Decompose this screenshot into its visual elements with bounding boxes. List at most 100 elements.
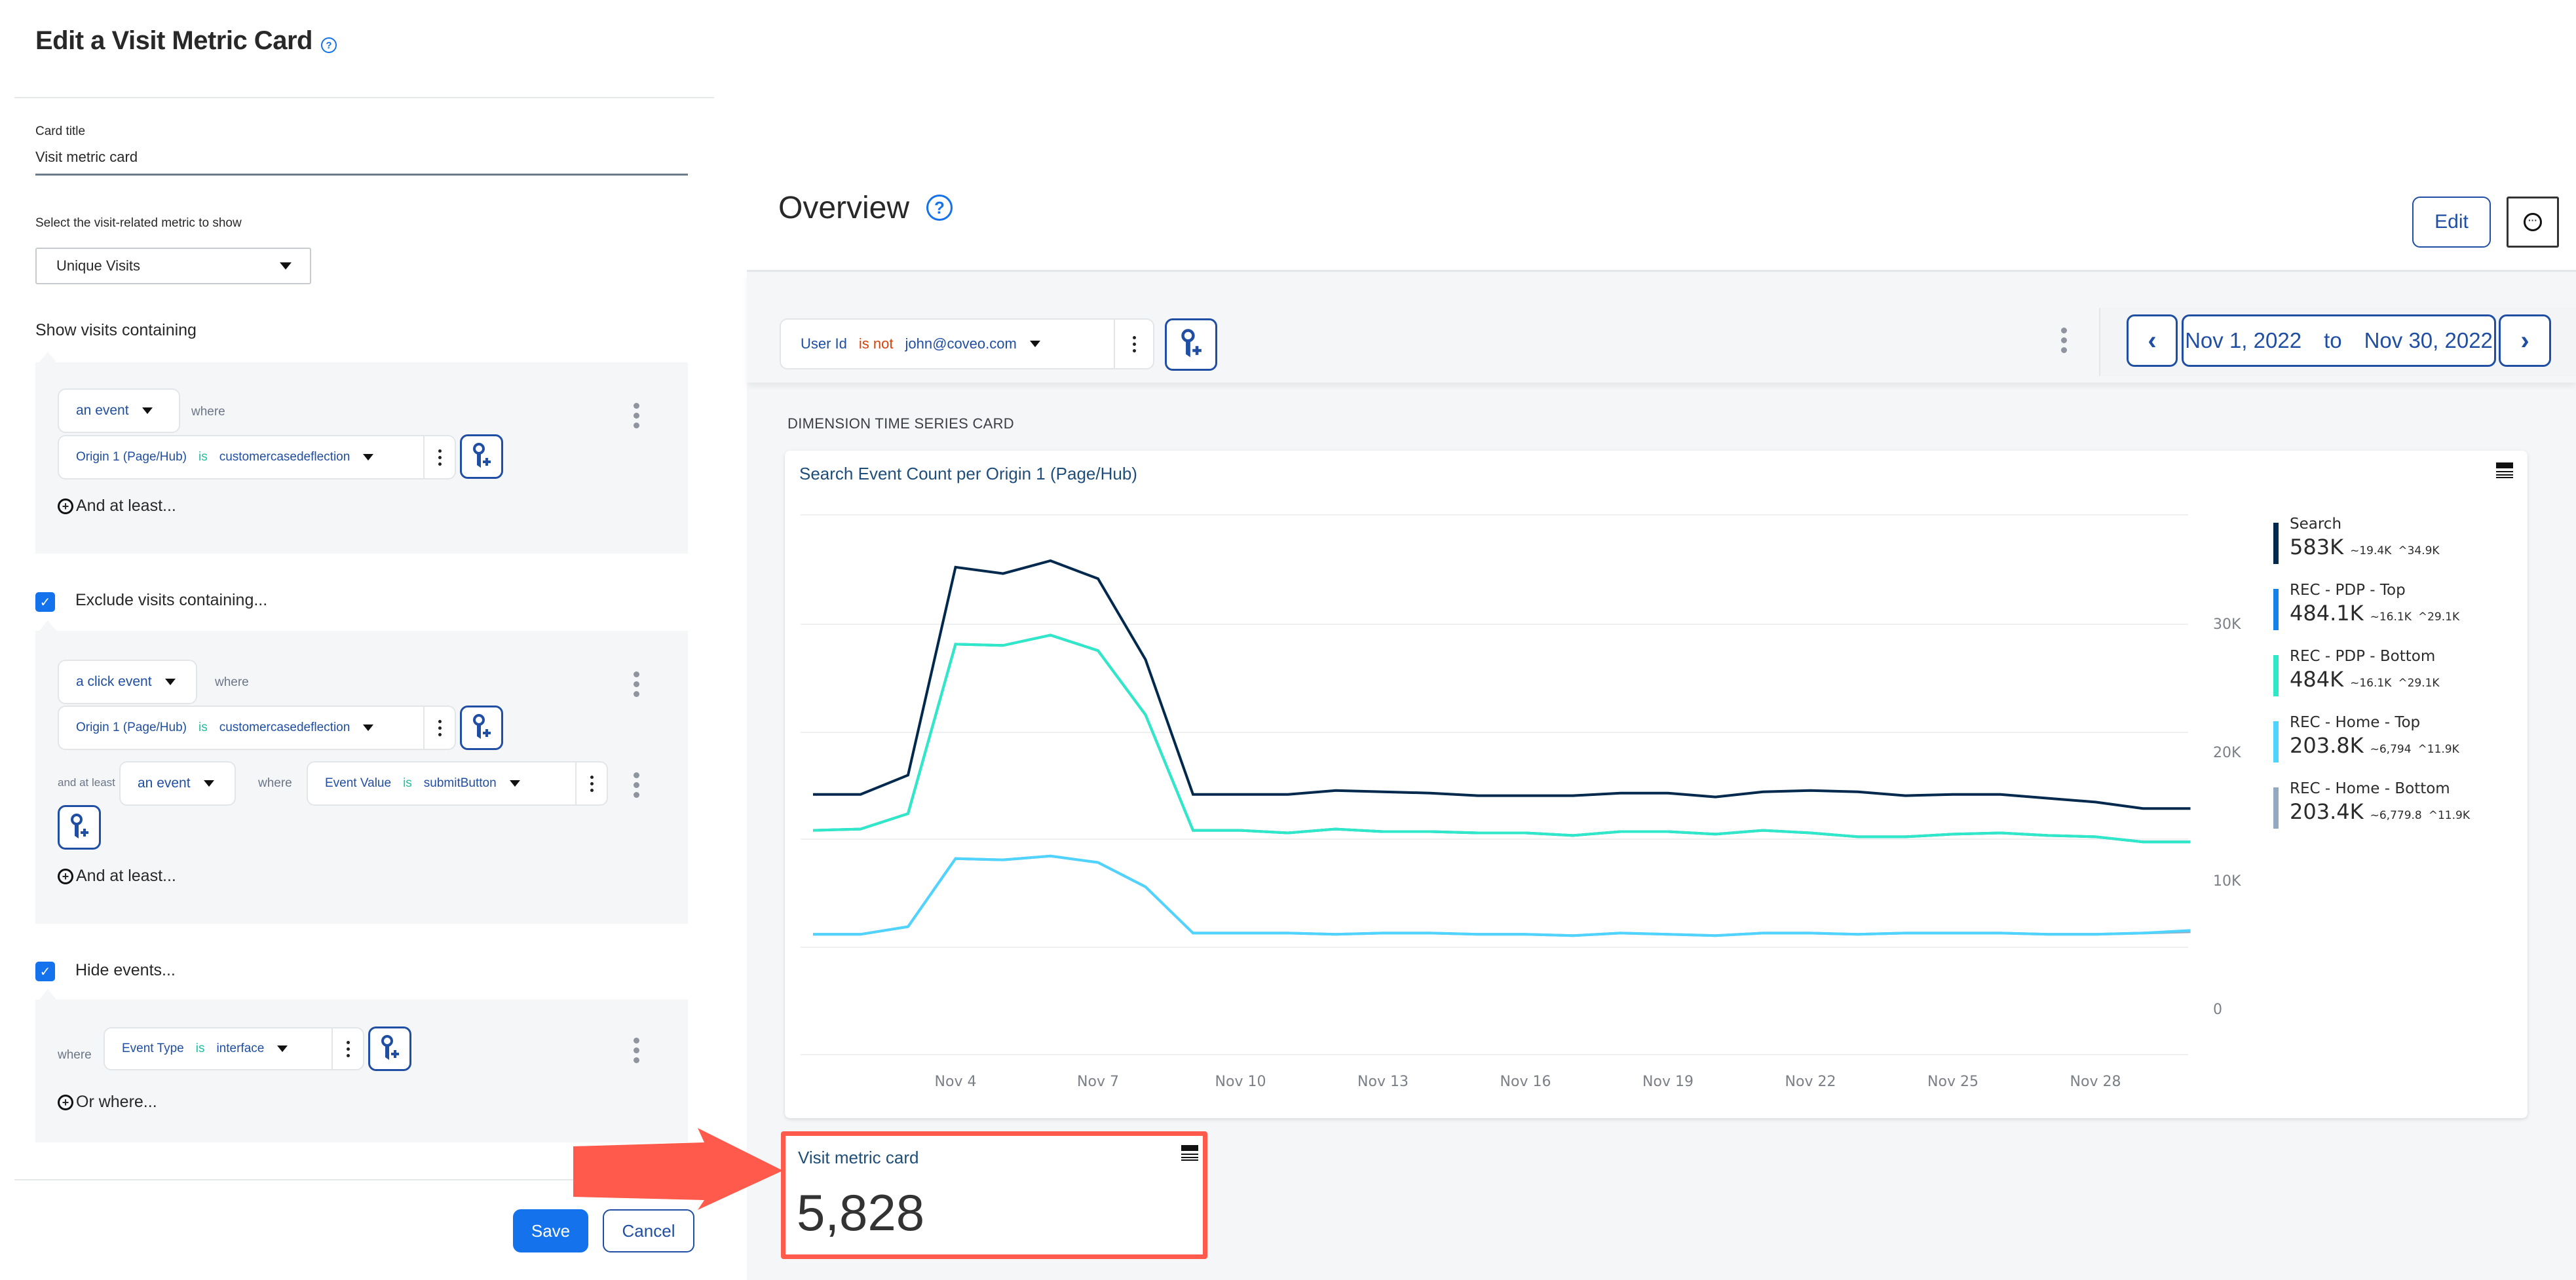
x-tick-label: Nov 25	[1927, 1074, 1979, 1090]
row-options-kebab-icon[interactable]	[634, 772, 639, 798]
cancel-button[interactable]: Cancel	[603, 1209, 694, 1252]
hide-filter-pill[interactable]: Event Type is interface	[104, 1027, 364, 1070]
section-caption: DIMENSION TIME SERIES CARD	[787, 415, 1014, 432]
legend-item[interactable]: Search 583K ~19.4K ^34.9K	[2273, 515, 2509, 581]
card-title-input[interactable]: Visit metric card	[35, 149, 138, 166]
add-filter-button[interactable]	[368, 1026, 411, 1071]
legend-swatch	[2273, 721, 2279, 762]
save-button[interactable]: Save	[513, 1209, 588, 1252]
second-event-type-select[interactable]: an event	[119, 761, 236, 806]
global-filter-bar: User Id is not john@coveo.com ‹ Nov 1, 2…	[747, 274, 2576, 383]
x-tick-label: Nov 7	[1077, 1074, 1119, 1090]
filter-kebab-icon[interactable]	[575, 762, 607, 804]
caret-down-icon	[280, 262, 292, 270]
next-period-button[interactable]: ›	[2499, 314, 2551, 367]
legend-item[interactable]: REC - PDP - Top 484.1K ~16.1K ^29.1K	[2273, 581, 2509, 647]
dashboard-header: Overview ? Edit ···	[747, 0, 2576, 272]
filter-dimension: Origin 1 (Page/Hub)	[76, 450, 187, 464]
block-options-kebab-icon[interactable]	[634, 671, 639, 697]
series-line-search[interactable]	[813, 559, 2191, 810]
and-at-least-label: and at least	[58, 776, 115, 789]
caret-down-icon	[363, 454, 374, 461]
date-navigation: ‹ Nov 1, 2022 to Nov 30, 2022 ›	[2099, 308, 2576, 376]
caret-down-icon	[164, 679, 176, 685]
legend-series-name: REC - PDP - Bottom	[2290, 648, 2436, 665]
line-chart: Nov 4 Nov 7 Nov 10 Nov 13 Nov 16 Nov 19 Nov 22…	[801, 514, 2241, 1090]
filter-plus-icon	[1181, 329, 1202, 358]
hide-events-checkbox[interactable]: ✓	[35, 962, 55, 981]
question-circle-icon[interactable]: ?	[926, 195, 953, 221]
second-event-type-value: an event	[138, 776, 191, 791]
date-range-picker[interactable]: Nov 1, 2022 to Nov 30, 2022	[2182, 314, 2496, 367]
x-tick-label: Nov 22	[1785, 1074, 1836, 1090]
filter-value: submitButton	[423, 776, 497, 790]
filter-operator: is not	[858, 335, 894, 352]
legend-total: 484.1K	[2290, 601, 2364, 626]
visit-metric-card[interactable]: Visit metric card 5,828	[781, 1131, 1207, 1259]
and-at-least-link[interactable]: + And at least...	[58, 497, 176, 516]
filter-dimension: User Id	[801, 335, 847, 352]
filter-plus-icon	[71, 814, 88, 838]
block-options-kebab-icon[interactable]	[634, 1038, 639, 1063]
add-global-filter-button[interactable]	[1165, 318, 1217, 371]
add-filter-button[interactable]	[460, 706, 503, 750]
series-line-rec-pdp-top[interactable]	[812, 633, 2191, 844]
and-at-least-link[interactable]: + And at least...	[58, 867, 176, 886]
exclude-checkbox[interactable]: ✓	[35, 592, 55, 612]
y-tick-label: 20K	[2213, 745, 2241, 761]
chart-legend: Search 583K ~19.4K ^34.9K REC - PDP - Top 484…	[2273, 515, 2509, 846]
chevron-right-icon: ›	[2520, 326, 2529, 355]
filter-plus-icon	[381, 1035, 399, 1060]
series-line-rec-home-bottom[interactable]	[813, 854, 2191, 937]
second-filter-pill[interactable]: Event Value is submitButton	[307, 761, 608, 806]
x-tick-label: Nov 10	[1215, 1074, 1266, 1090]
add-filter-button[interactable]	[460, 434, 503, 479]
edit-dashboard-button[interactable]: Edit	[2412, 197, 2491, 248]
legend-total: 203.8K	[2290, 733, 2364, 758]
and-at-least-label: And at least...	[76, 497, 176, 515]
metric-select-value: Unique Visits	[56, 257, 140, 274]
x-tick-label: Nov 13	[1357, 1074, 1409, 1090]
filter-kebab-icon[interactable]	[423, 707, 455, 749]
legend-item[interactable]: REC - Home - Top 203.8K ~6,794 ^11.9K	[2273, 713, 2509, 780]
caret-down-icon	[277, 1045, 288, 1052]
add-filter-button[interactable]	[58, 805, 101, 850]
exclude-block: a click event where Origin 1 (Page/Hub) …	[35, 620, 688, 924]
plus-circle-icon: +	[58, 1094, 73, 1110]
where-label: where	[58, 1048, 92, 1062]
filter-kebab-icon[interactable]	[331, 1028, 363, 1069]
legend-average: ~16.1K	[2350, 677, 2392, 690]
caret-down-icon	[1029, 341, 1040, 347]
filter-bar-kebab-icon[interactable]	[2061, 328, 2067, 353]
series-line-rec-pdp-bottom[interactable]	[812, 633, 2191, 844]
legend-series-name: REC - Home - Top	[2290, 714, 2421, 731]
filter-kebab-icon[interactable]	[1114, 320, 1153, 368]
previous-period-button[interactable]: ‹	[2127, 314, 2178, 367]
chevron-left-icon: ‹	[2148, 326, 2157, 355]
or-where-link[interactable]: + Or where...	[58, 1093, 157, 1112]
event-type-select[interactable]: an event	[58, 388, 180, 433]
filter-value: customercasedeflection	[219, 450, 350, 464]
plus-circle-icon: +	[58, 868, 73, 884]
block-options-kebab-icon[interactable]	[634, 403, 639, 428]
legend-item[interactable]: REC - PDP - Bottom 484K ~16.1K ^29.1K	[2273, 647, 2509, 713]
exclude-filter-pill[interactable]: Origin 1 (Page/Hub) is customercasedefle…	[58, 706, 456, 750]
hide-events-block: where Event Type is interface + Or where…	[35, 989, 688, 1142]
series-line-rec-home-top[interactable]	[813, 854, 2191, 937]
card-menu-icon[interactable]	[1181, 1145, 1198, 1161]
exclude-label: Exclude visits containing...	[75, 591, 268, 609]
exclude-event-type-select[interactable]: a click event	[58, 660, 197, 704]
question-circle-icon[interactable]: ?	[321, 37, 337, 53]
metric-select[interactable]: Unique Visits	[35, 248, 311, 284]
and-at-least-label: And at least...	[76, 867, 176, 885]
legend-swatch	[2273, 589, 2279, 630]
filter-pill[interactable]: Origin 1 (Page/Hub) is customercasedefle…	[58, 435, 456, 480]
legend-item[interactable]: REC - Home - Bottom 203.4K ~6,779.8 ^11.9K	[2273, 780, 2509, 846]
global-filter-pill[interactable]: User Id is not john@coveo.com	[780, 318, 1154, 369]
x-tick-label: Nov 4	[935, 1074, 977, 1090]
date-to: Nov 30, 2022	[2364, 328, 2493, 352]
plus-circle-icon: +	[58, 498, 73, 514]
filter-kebab-icon[interactable]	[423, 436, 455, 478]
ellipsis-circle-icon: ···	[2524, 213, 2542, 231]
more-options-button[interactable]: ···	[2507, 197, 2559, 248]
